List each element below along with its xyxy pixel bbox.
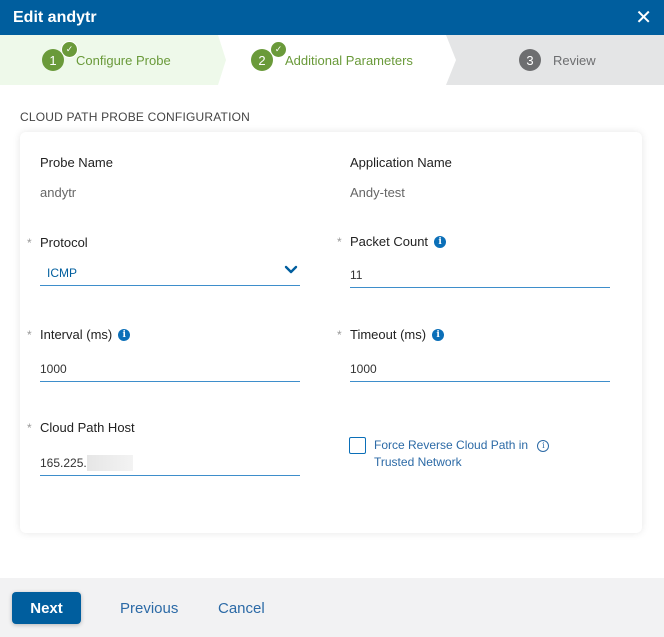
packet-count-value: 11 [350, 267, 363, 282]
probe-name-field: Probe Name andytr [40, 155, 113, 200]
edit-probe-dialog: Edit andytr ✕ 1 ✓ Configure Probe 2 ✓ Ad… [0, 0, 664, 637]
timeout-label-text: Timeout (ms) [350, 327, 427, 342]
section-title: CLOUD PATH PROBE CONFIGURATION [20, 110, 251, 124]
protocol-label: * Protocol [27, 235, 300, 250]
cloud-path-host-label: * Cloud Path Host [27, 420, 300, 435]
timeout-value: 1000 [350, 361, 377, 376]
cloud-path-host-field: * Cloud Path Host 165.225. [27, 420, 300, 476]
cloud-path-host-value: 165.225. [40, 455, 87, 470]
step-additional-parameters[interactable]: 2 ✓ Additional Parameters [251, 35, 413, 85]
previous-button[interactable]: Previous [120, 600, 178, 617]
chevron-down-icon [284, 265, 298, 274]
step-configure-probe[interactable]: 1 ✓ Configure Probe [42, 35, 171, 85]
probe-name-label: Probe Name [40, 155, 113, 170]
check-icon: ✓ [270, 41, 287, 58]
cancel-button[interactable]: Cancel [218, 600, 265, 617]
step-number-2: 2 ✓ [251, 41, 287, 71]
step-review[interactable]: 3 Review [519, 35, 596, 85]
step-label: Configure Probe [76, 52, 171, 68]
dialog-footer: Next Previous Cancel [0, 578, 664, 637]
interval-value: 1000 [40, 361, 67, 376]
force-reverse-checkbox[interactable] [349, 437, 366, 454]
dialog-title: Edit andytr [13, 8, 97, 26]
packet-count-input[interactable]: 11 [350, 262, 610, 288]
interval-label-text: Interval (ms) [40, 327, 113, 342]
interval-input[interactable]: 1000 [40, 356, 300, 382]
check-icon: ✓ [61, 41, 78, 58]
step-label: Additional Parameters [285, 52, 413, 68]
required-marker: * [337, 327, 342, 342]
info-icon[interactable]: i [432, 328, 445, 341]
step-number-text: 3 [526, 52, 534, 68]
timeout-input[interactable]: 1000 [350, 356, 610, 382]
cloud-path-host-label-text: Cloud Path Host [40, 420, 135, 435]
probe-name-value: andytr [40, 185, 77, 200]
required-marker: * [337, 234, 342, 249]
force-reverse-label-line1: Force Reverse Cloud Path in [374, 438, 529, 452]
probe-config-card: Probe Name andytr Application Name Andy-… [20, 132, 642, 533]
cloud-path-host-input[interactable]: 165.225. [40, 450, 300, 476]
step-number-3: 3 [519, 49, 541, 71]
protocol-field: * Protocol ICMP [27, 235, 300, 291]
application-name-field: Application Name Andy-test [350, 155, 452, 200]
packet-count-label: * Packet Count i [337, 234, 610, 249]
required-marker: * [27, 420, 32, 435]
step-number-text: 2 [258, 52, 266, 68]
info-icon[interactable]: i [434, 235, 447, 248]
next-button[interactable]: Next [12, 592, 81, 624]
timeout-label: * Timeout (ms) i [337, 327, 610, 342]
force-reverse-label-line2: Trusted Network [374, 455, 462, 469]
redacted-region [86, 454, 133, 471]
interval-field: * Interval (ms) i 1000 [27, 327, 300, 383]
required-marker: * [27, 327, 32, 342]
application-name-value: Andy-test [350, 185, 405, 200]
step-label: Review [553, 52, 596, 68]
interval-label: * Interval (ms) i [27, 327, 300, 342]
step-number-1: 1 ✓ [42, 41, 78, 71]
protocol-select[interactable]: ICMP [40, 260, 300, 286]
required-marker: * [27, 235, 32, 250]
force-reverse-label[interactable]: Force Reverse Cloud Path in i Trusted Ne… [374, 437, 550, 471]
dialog-header: Edit andytr ✕ [0, 0, 664, 35]
wizard-stepper: 1 ✓ Configure Probe 2 ✓ Additional Param… [0, 35, 664, 85]
packet-count-field: * Packet Count i 11 [337, 234, 610, 290]
close-icon[interactable]: ✕ [635, 8, 652, 28]
timeout-field: * Timeout (ms) i 1000 [337, 327, 610, 383]
protocol-selected-value: ICMP [47, 265, 77, 280]
protocol-label-text: Protocol [40, 235, 88, 250]
info-outline-icon[interactable]: i [537, 439, 550, 452]
packet-count-label-text: Packet Count [350, 234, 429, 249]
application-name-label: Application Name [350, 155, 452, 170]
step-number-text: 1 [49, 52, 57, 68]
info-icon[interactable]: i [118, 328, 131, 341]
